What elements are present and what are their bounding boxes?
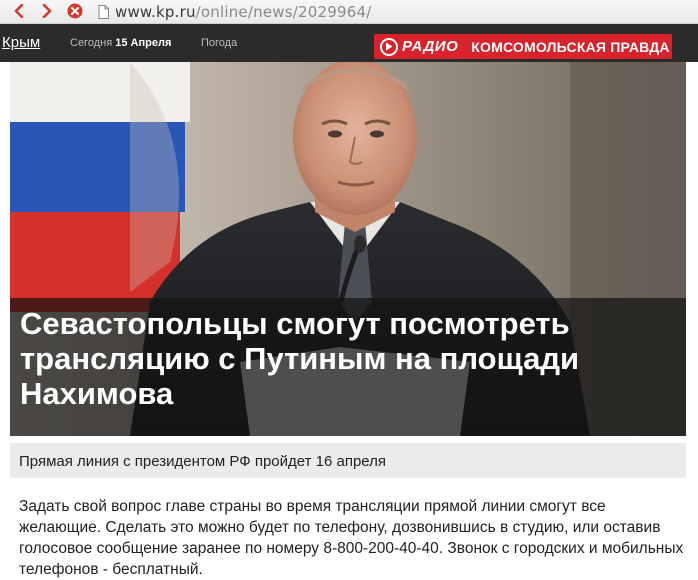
address-bar[interactable]: www.kp.ru/online/news/2029964/ [98, 2, 694, 21]
region-link[interactable]: Крым [2, 34, 40, 51]
page-icon [98, 4, 109, 19]
weather-link[interactable]: Погода [201, 37, 237, 49]
today-date: Сегодня 15 Апреля [70, 37, 171, 49]
radio-brand: КОМСОМОЛЬСКАЯ ПРАВДА [471, 38, 670, 55]
back-arrow-icon[interactable] [10, 2, 28, 20]
today-date-value: 15 Апреля [115, 37, 172, 49]
today-prefix: Сегодня [70, 37, 113, 49]
play-icon [380, 37, 398, 56]
url-path: /online/news/2029964/ [195, 2, 372, 21]
article-subtitle: Прямая линия с президентом РФ пройдет 16… [19, 453, 387, 470]
url-text[interactable]: www.kp.ru/online/news/2029964/ [115, 3, 371, 21]
hero-image[interactable]: Севастопольцы смогут посмотреть трансляц… [10, 62, 686, 436]
site-header: Крым Сегодня 15 Апреля Погода РАДИО КОМС… [0, 24, 698, 62]
article-headline[interactable]: Севастопольцы смогут посмотреть трансляц… [20, 306, 676, 411]
subtitle-bar: Прямая линия с президентом РФ пройдет 16… [10, 443, 686, 478]
article-body: Задать свой вопрос главе страны во время… [19, 498, 684, 578]
url-domain: www.kp.ru [115, 2, 196, 21]
forward-arrow-icon[interactable] [38, 2, 56, 20]
radio-banner[interactable]: РАДИО КОМСОМОЛЬСКАЯ ПРАВДА [374, 34, 672, 59]
browser-toolbar: www.kp.ru/online/news/2029964/ [0, 0, 698, 24]
radio-word: РАДИО [402, 38, 459, 55]
stop-icon[interactable] [66, 2, 84, 20]
headline-box: Севастопольцы смогут посмотреть трансляц… [10, 298, 686, 436]
